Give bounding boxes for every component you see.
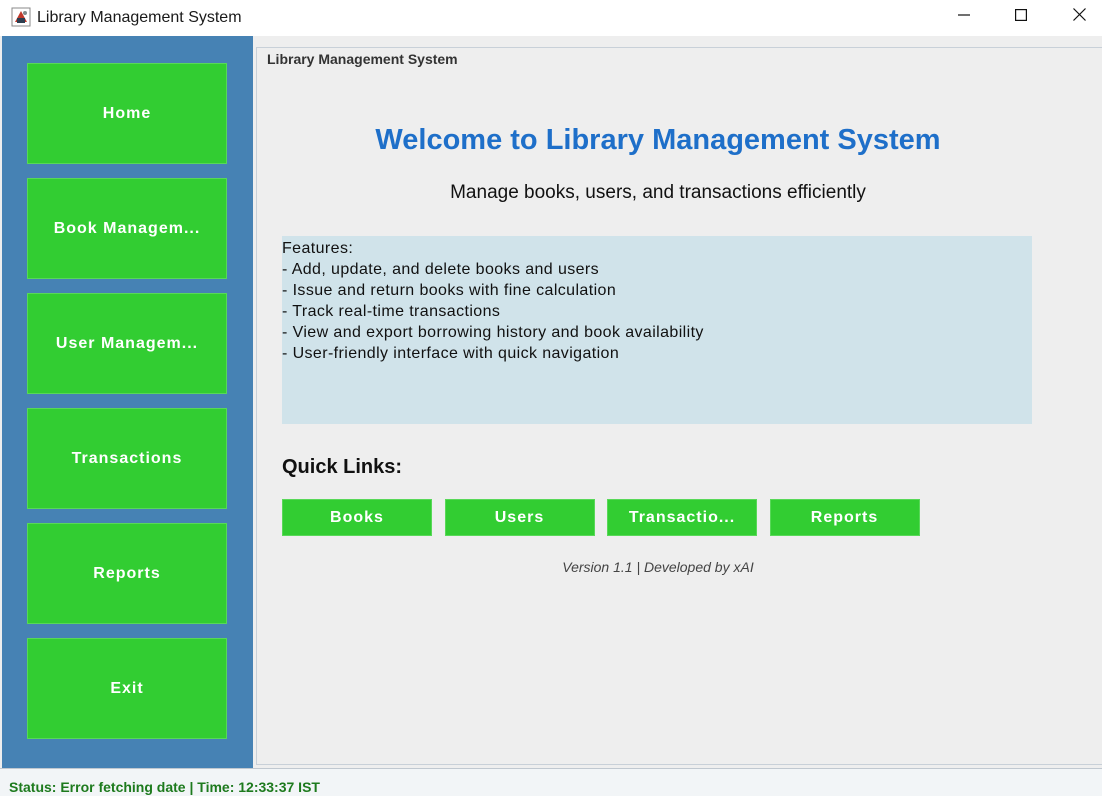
title-bar[interactable]: Library Management System <box>0 0 1102 36</box>
sidebar-item-home[interactable]: Home <box>27 63 227 164</box>
page-title: Welcome to Library Management System <box>375 124 941 156</box>
quick-links-row: Books Users Transactio... Reports <box>282 499 932 536</box>
quick-link-label: Reports <box>810 508 879 526</box>
features-line: Features: <box>282 240 354 257</box>
sidebar-item-label: Exit <box>110 679 144 697</box>
sidebar-item-user-management[interactable]: User Managem... <box>27 293 227 394</box>
quick-link-label: Users <box>494 508 545 526</box>
minimize-button[interactable] <box>935 0 993 34</box>
sidebar-item-book-management[interactable]: Book Managem... <box>27 178 227 279</box>
quick-link-users-button[interactable]: Users <box>444 499 595 536</box>
sidebar-item-label: User Managem... <box>55 334 199 352</box>
quick-link-transactions-button[interactable]: Transactio... <box>607 499 757 536</box>
version-label: Version 1.1 | Developed by xAI <box>562 559 754 575</box>
group-title: Library Management System <box>263 51 462 67</box>
sidebar-item-label: Reports <box>93 564 161 582</box>
sidebar-item-label: Home <box>102 104 152 122</box>
quick-link-reports-button[interactable]: Reports <box>769 499 920 536</box>
close-button[interactable] <box>1050 0 1102 34</box>
features-line: - Add, update, and delete books and user… <box>282 261 600 278</box>
features-line: - View and export borrowing history and … <box>282 324 704 341</box>
main-panel: Library Management System Welcome to Lib… <box>253 36 1102 768</box>
quick-link-label: Books <box>330 508 384 526</box>
minimize-icon <box>958 8 970 26</box>
sidebar: Home Book Managem... User Managem... Tra… <box>2 36 253 768</box>
features-line: - User-friendly interface with quick nav… <box>282 345 620 362</box>
app-window: Library Management System Home Book Mana… <box>0 0 1102 796</box>
sidebar-item-exit[interactable]: Exit <box>27 638 227 739</box>
maximize-button[interactable] <box>992 0 1050 34</box>
quick-link-books-button[interactable]: Books <box>282 499 432 536</box>
features-line: - Track real-time transactions <box>282 303 501 320</box>
window-title: Library Management System <box>37 9 242 26</box>
sidebar-item-label: Transactions <box>71 449 183 467</box>
library-app-icon <box>11 7 31 27</box>
maximize-icon <box>1015 8 1028 26</box>
quick-link-label: Transactio... <box>628 508 736 526</box>
status-bar: Status: Error fetching date | Time: 12:3… <box>0 768 1102 796</box>
sidebar-item-reports[interactable]: Reports <box>27 523 227 624</box>
welcome-group: Library Management System Welcome to Lib… <box>256 47 1102 765</box>
page-subtitle: Manage books, users, and transactions ef… <box>450 182 866 203</box>
features-text-area[interactable]: Features: - Add, update, and delete book… <box>282 236 1032 424</box>
quick-links-title: Quick Links: <box>282 456 403 478</box>
status-text: Status: Error fetching date | Time: 12:3… <box>9 779 320 795</box>
sidebar-item-label: Book Managem... <box>53 219 201 237</box>
sidebar-item-transactions[interactable]: Transactions <box>27 408 227 509</box>
features-line: - Issue and return books with fine calcu… <box>282 282 617 299</box>
close-icon <box>1072 8 1086 26</box>
